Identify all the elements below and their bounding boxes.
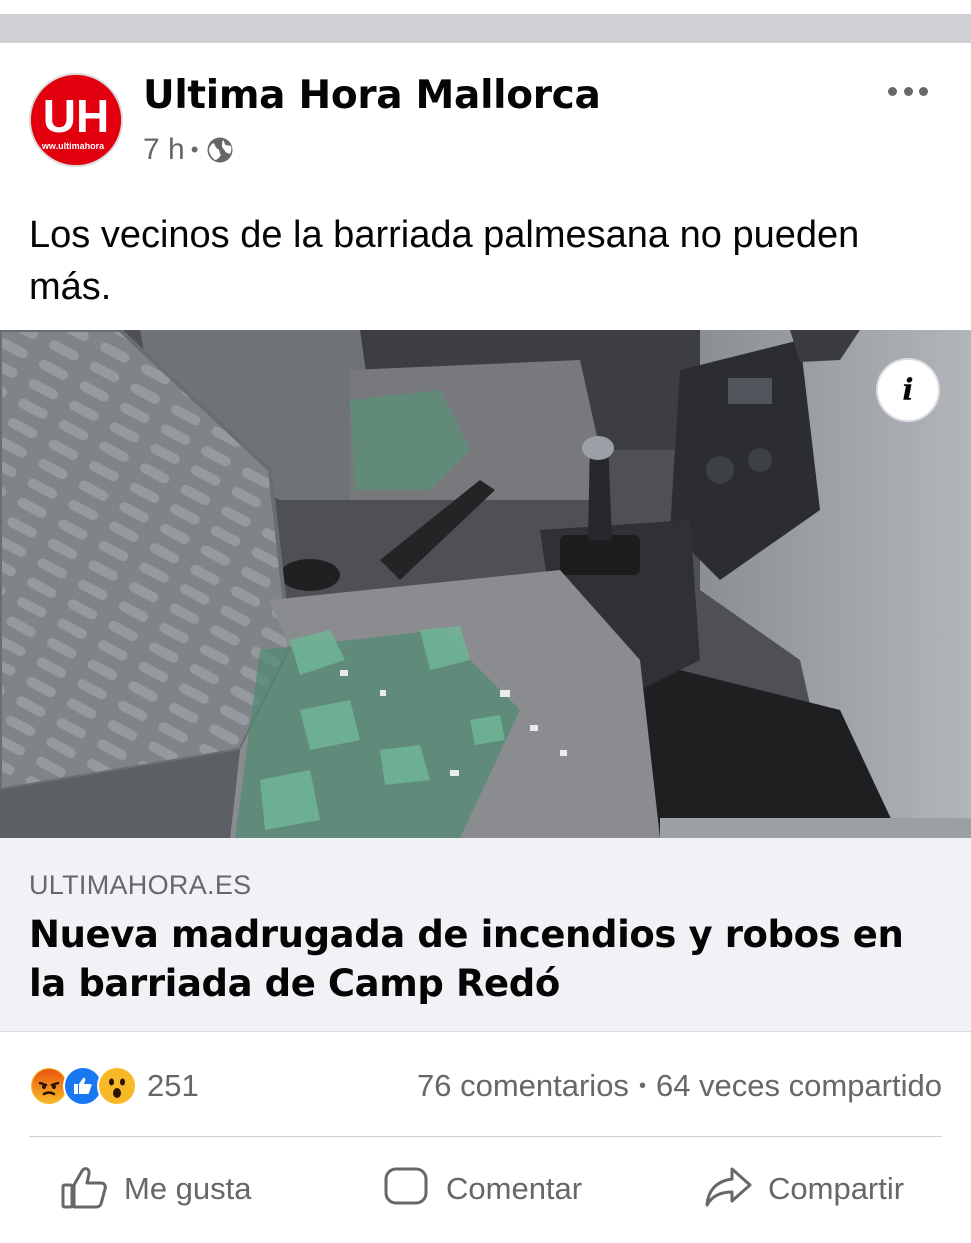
stats-separator: • — [638, 1074, 646, 1097]
thumbs-up-icon — [61, 1167, 107, 1209]
wow-icon — [97, 1066, 137, 1106]
post-meta: 7 h • — [143, 131, 234, 169]
page-name[interactable]: Ultima Hora Mallorca — [143, 73, 601, 118]
post-text: Los vecinos de la barriada palmesana no … — [29, 214, 860, 308]
feed-separator — [0, 14, 971, 43]
share-button[interactable]: Compartir — [704, 1161, 904, 1243]
top-strip — [0, 0, 971, 14]
post-time[interactable]: 7 h — [143, 133, 185, 167]
more-dot — [903, 86, 913, 96]
like-button[interactable]: Me gusta — [60, 1161, 252, 1243]
globe-icon — [207, 137, 233, 163]
reactions-summary[interactable]: 251 — [29, 1064, 199, 1108]
comment-label: Comentar — [446, 1171, 583, 1206]
more-dot — [888, 86, 897, 96]
avatar-subtext: ww.ultimahora — [41, 141, 105, 151]
info-button[interactable]: i — [876, 358, 940, 422]
comment-button[interactable]: Comentar — [382, 1161, 582, 1243]
post-actions: Me gusta Comentar Compartir — [0, 1161, 971, 1243]
comments-count[interactable]: 76 comentarios — [417, 1068, 629, 1104]
actions-divider — [29, 1136, 942, 1137]
shares-count[interactable]: 64 veces compartido — [656, 1068, 942, 1104]
share-icon — [705, 1167, 752, 1207]
comment-icon — [384, 1167, 428, 1205]
feed-post: UH ww.ultimahora Ultima Hora Mallorca 7 … — [0, 43, 971, 1209]
link-image[interactable]: i — [0, 330, 971, 838]
like-label: Me gusta — [124, 1171, 252, 1206]
link-title[interactable]: Nueva madrugada de incendios y robos en … — [29, 910, 929, 1008]
car-interior-photo — [0, 330, 971, 838]
share-label: Compartir — [768, 1171, 905, 1206]
page-avatar[interactable]: UH ww.ultimahora — [29, 73, 123, 167]
avatar-text: UH — [43, 90, 109, 142]
meta-separator: • — [190, 137, 199, 162]
link-preview[interactable]: ULTIMAHORA.ES Nueva madrugada de incendi… — [0, 838, 971, 1032]
info-icon: i — [902, 372, 914, 408]
reaction-count: 251 — [147, 1068, 199, 1103]
engagement-stats: 76 comentarios • 64 veces compartido — [417, 1064, 942, 1108]
more-dot — [919, 86, 928, 96]
more-options-button[interactable] — [884, 77, 932, 105]
link-domain: ULTIMAHORA.ES — [29, 870, 252, 900]
uh-logo: UH ww.ultimahora — [31, 75, 121, 165]
